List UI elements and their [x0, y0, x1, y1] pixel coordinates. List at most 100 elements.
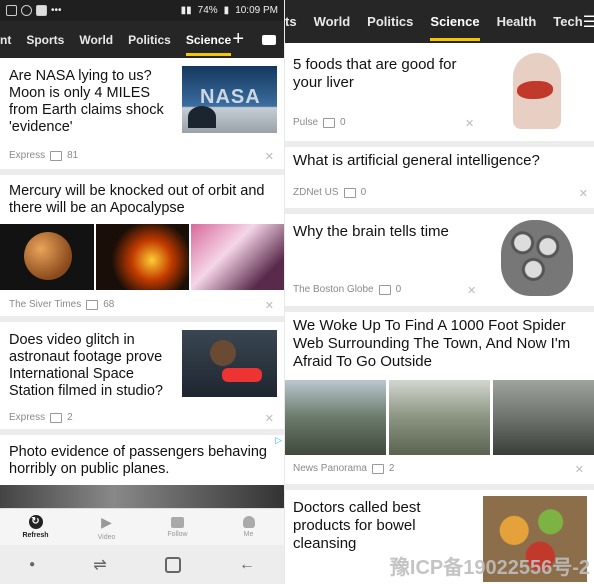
me-button[interactable]: Me [213, 509, 284, 545]
brain-clocks-image [495, 218, 579, 298]
tab-world[interactable]: World [314, 14, 351, 29]
dismiss-icon[interactable]: ✕ [265, 412, 274, 425]
app-icon [36, 5, 47, 16]
source-label: ZDNet US [293, 187, 339, 198]
comment-count: 0 [340, 117, 346, 128]
home-icon[interactable] [164, 556, 181, 573]
clock: 10:09 PM [235, 5, 278, 16]
more-icon: ••• [51, 5, 62, 16]
headline: Doctors called best products for bowel c… [293, 499, 421, 552]
source-label: Pulse [293, 117, 319, 128]
news-card[interactable]: ▷ Photo evidence of passengers behaving … [0, 435, 284, 515]
dismiss-icon[interactable]: ✕ [265, 150, 274, 163]
refresh-icon: ↻ [28, 515, 43, 529]
nasa-image: NASA [182, 66, 277, 133]
comment-count: 0 [395, 284, 402, 295]
refresh-label: Refresh [22, 532, 49, 539]
dismiss-icon[interactable]: ✕ [467, 284, 476, 297]
tab-world[interactable]: World [79, 33, 113, 47]
category-tabs: nt Sports World Politics Science + [0, 21, 284, 58]
right-screenshot: ts World Politics Science Health Tech ☰ … [285, 0, 594, 584]
liver-anatomy-image [485, 49, 589, 131]
status-bar: ••• ▮▮ 74% ▮ 10:09 PM [0, 0, 284, 21]
video-camera-icon[interactable] [262, 34, 276, 45]
article-meta: The Boston Globe 0 [293, 284, 401, 295]
headline: What is artificial general intelligence? [293, 152, 540, 169]
comment-icon [86, 299, 99, 310]
comment-icon [371, 463, 384, 474]
headline: Are NASA lying to us? Moon is only 4 MIL… [9, 68, 164, 135]
mercury-planet-image [0, 224, 94, 290]
apocalypse-image [191, 224, 284, 290]
tab-politics[interactable]: Politics [128, 33, 171, 47]
watermark: 豫ICP备19022556号-2 [389, 557, 590, 579]
astronaut-image [182, 330, 277, 397]
comment-count: 81 [67, 150, 79, 161]
comment-count: 2 [67, 412, 73, 423]
article-meta: Pulse 0 [293, 117, 346, 128]
news-card[interactable]: Are NASA lying to us? Moon is only 4 MIL… [0, 58, 284, 175]
news-card[interactable]: Mercury will be knocked out of orbit and… [0, 175, 284, 322]
profile-icon [242, 516, 255, 528]
follow-button[interactable]: Follow [142, 509, 213, 545]
me-label: Me [243, 531, 254, 538]
instagram-icon [21, 5, 32, 16]
comment-count: 0 [360, 187, 367, 198]
article-meta: Express 2 [9, 412, 73, 423]
comment-icon [50, 150, 63, 161]
battery-level: 74% [197, 5, 218, 16]
tab-science[interactable]: Science [185, 33, 232, 56]
spider-web-image [285, 380, 386, 455]
comment-count: 68 [103, 299, 115, 310]
news-card[interactable]: Does video glitch in astronaut footage p… [0, 322, 284, 435]
tab-partial[interactable]: ts [285, 14, 297, 29]
comment-icon [50, 412, 63, 423]
dismiss-icon[interactable]: ✕ [575, 463, 584, 476]
news-card[interactable]: 5 foods that are good for your liver Pul… [285, 43, 594, 147]
news-card[interactable]: Why the brain tells time The Boston Glob… [285, 214, 594, 312]
tab-health[interactable]: Health [497, 14, 537, 29]
tab-partial[interactable]: nt [0, 33, 11, 47]
dismiss-icon[interactable]: ✕ [465, 117, 474, 130]
source-label: The Boston Globe [293, 284, 374, 295]
battery-icon: ▮ [223, 5, 230, 16]
source-label: Express [9, 412, 46, 423]
add-tab-button[interactable]: + [232, 28, 244, 51]
tab-sports[interactable]: Sports [26, 33, 64, 47]
recent-apps-icon[interactable]: ⇌ [93, 555, 106, 575]
menu-icon[interactable]: ☰ [583, 12, 594, 32]
tab-politics[interactable]: Politics [367, 14, 413, 29]
headline: 5 foods that are good for your liver [293, 56, 457, 91]
tab-science[interactable]: Science [430, 14, 480, 41]
article-meta: Express 81 [9, 150, 78, 161]
news-card[interactable]: We Woke Up To Find A 1000 Foot Spider We… [285, 312, 594, 490]
notification-icon [6, 5, 17, 16]
dot-icon[interactable]: ● [29, 559, 35, 570]
comment-count: 2 [388, 463, 395, 474]
article-meta: ZDNet US 0 [293, 187, 366, 198]
follow-label: Follow [167, 530, 188, 538]
headline: We Woke Up To Find A 1000 Foot Spider We… [293, 317, 571, 370]
nasa-logo-text: NASA [200, 86, 261, 108]
article-meta: News Panorama 2 [293, 463, 394, 474]
tab-tech[interactable]: Tech [553, 14, 582, 29]
headline: Mercury will be knocked out of orbit and… [9, 183, 265, 216]
source-label: The Siver Times [9, 299, 82, 310]
source-label: News Panorama [293, 463, 367, 474]
orbit-image [96, 224, 189, 290]
comment-icon [378, 284, 391, 295]
back-icon[interactable]: ← [239, 556, 255, 574]
news-card[interactable]: What is artificial general intelligence?… [285, 147, 594, 214]
refresh-button[interactable]: ↻ Refresh [0, 509, 71, 545]
left-screenshot: ••• ▮▮ 74% ▮ 10:09 PM nt Sports World Po… [0, 0, 284, 584]
dismiss-icon[interactable]: ✕ [265, 299, 274, 312]
dismiss-icon[interactable]: ✕ [579, 187, 588, 200]
article-meta: The Siver Times 68 [9, 299, 114, 310]
comment-icon [343, 187, 356, 198]
video-label: Video [97, 533, 116, 541]
follow-icon [171, 516, 184, 528]
signal-icon: ▮▮ [180, 5, 192, 16]
source-label: Express [9, 150, 46, 161]
video-button[interactable]: ▶ Video [71, 509, 142, 545]
ad-choices-icon[interactable]: ▷ [275, 435, 282, 446]
